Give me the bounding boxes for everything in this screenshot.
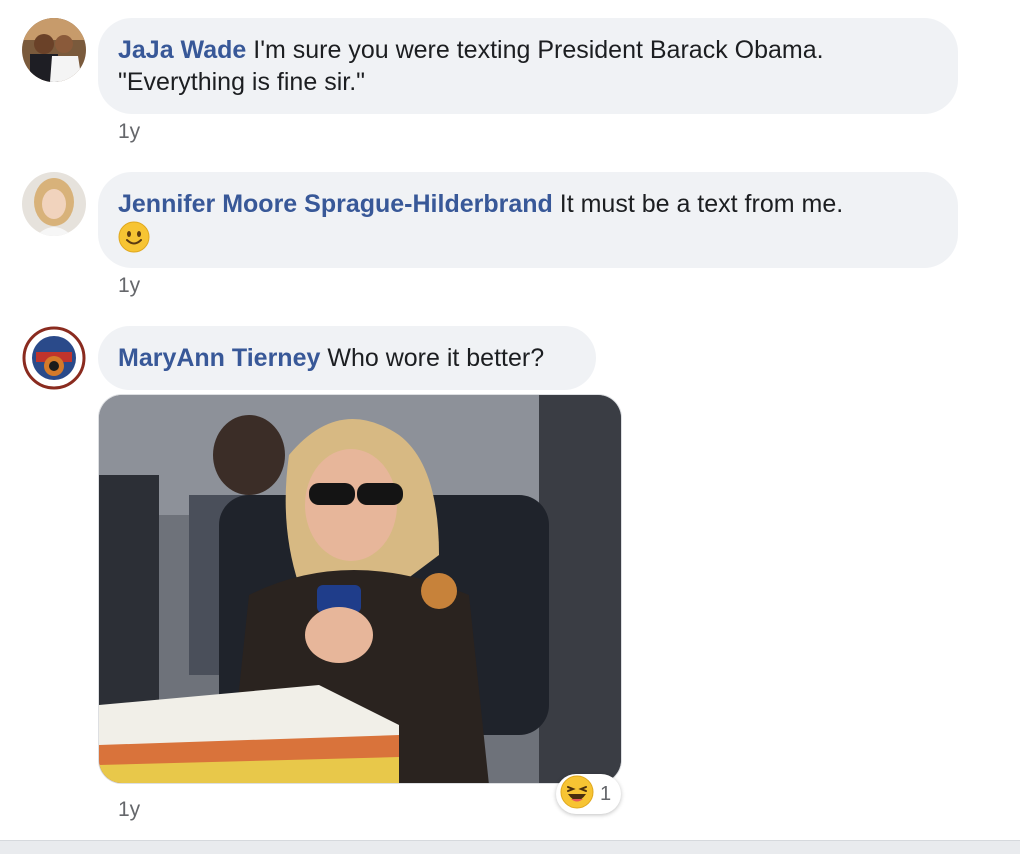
comment-author[interactable]: MaryAnn Tierney	[118, 344, 320, 372]
bottom-divider	[0, 840, 1020, 854]
comment-author[interactable]: JaJa Wade	[118, 36, 246, 64]
laughing-face-icon	[560, 775, 594, 814]
comment-timestamp[interactable]: 1y	[118, 120, 140, 144]
comment-author[interactable]: Jennifer Moore Sprague-Hilderbrand	[118, 190, 553, 218]
comment-timestamp[interactable]: 1y	[118, 274, 140, 298]
comment-photo-attachment[interactable]	[98, 394, 622, 784]
reaction-badge[interactable]: 1	[556, 774, 622, 814]
comment-bubble: JaJa Wade I'm sure you were texting Pres…	[98, 18, 958, 114]
slightly-smiling-face-icon	[118, 221, 150, 253]
avatar-maryann-tierney[interactable]	[22, 326, 86, 390]
comment-text: I'm sure you were texting President Bara…	[253, 36, 824, 64]
comment-bubble: Jennifer Moore Sprague-Hilderbrand It mu…	[98, 172, 958, 268]
comment-text-continued: "Everything is fine sir."	[118, 68, 366, 96]
avatar-jaja-wade[interactable]	[22, 18, 86, 82]
avatar-jennifer-moore[interactable]	[22, 172, 86, 236]
comment-timestamp[interactable]: 1y	[118, 798, 140, 822]
comment-bubble: MaryAnn Tierney Who wore it better?	[98, 326, 596, 390]
reaction-count: 1	[600, 782, 612, 805]
comment-text: Who wore it better?	[327, 344, 545, 372]
comment-text: It must be a text from me.	[559, 190, 844, 218]
